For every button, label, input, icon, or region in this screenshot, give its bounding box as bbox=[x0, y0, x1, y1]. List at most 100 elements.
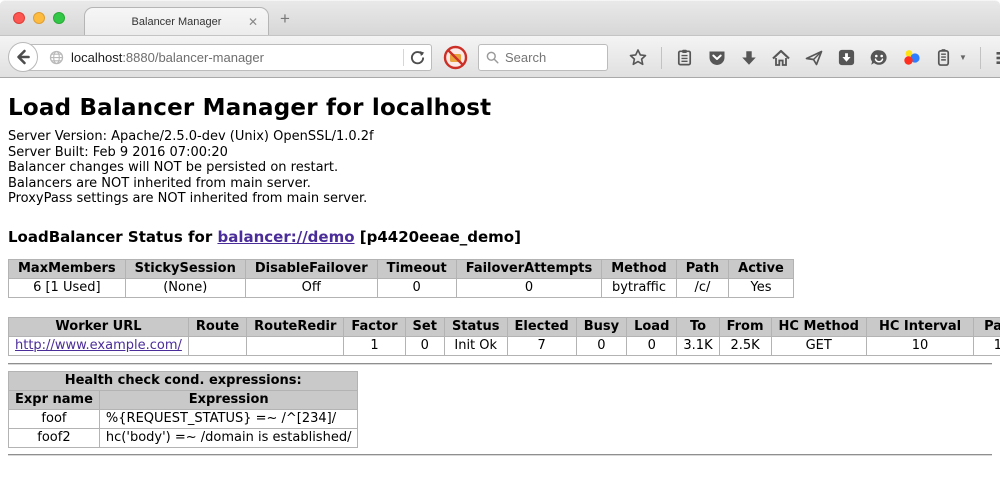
home-button[interactable] bbox=[771, 48, 791, 68]
browser-tab[interactable]: Balancer Manager ✕ bbox=[84, 7, 269, 36]
downloads-button[interactable] bbox=[740, 49, 758, 67]
zoom-window-button[interactable] bbox=[53, 12, 65, 24]
url-bar[interactable]: localhost:8880/balancer-manager bbox=[24, 44, 432, 71]
table-title: Health check cond. expressions: bbox=[9, 371, 358, 390]
column-header: Method bbox=[602, 259, 676, 278]
table-cell: http://www.example.com/ bbox=[9, 336, 189, 355]
dropdown-caret-icon[interactable]: ▼ bbox=[959, 53, 967, 62]
hamburger-menu-icon bbox=[994, 48, 1000, 68]
column-header: Timeout bbox=[377, 259, 456, 278]
pocket-button[interactable] bbox=[707, 48, 727, 68]
column-header: Expression bbox=[99, 390, 358, 409]
back-icon bbox=[15, 49, 31, 65]
table-cell: 10 bbox=[866, 336, 973, 355]
new-tab-button[interactable]: + bbox=[280, 9, 290, 29]
table-cell: 2.5K bbox=[719, 336, 771, 355]
clipboard-button[interactable] bbox=[675, 48, 694, 67]
table-cell: %{REQUEST_STATUS} =~ /^[234]/ bbox=[99, 409, 358, 428]
hamburger-menu-button[interactable] bbox=[994, 48, 1000, 68]
table-row: 6 [1 Used](None)Off00bytraffic/c/Yes bbox=[9, 278, 794, 297]
battery-button[interactable] bbox=[935, 48, 952, 67]
table-cell: bytraffic bbox=[602, 278, 676, 297]
column-header: From bbox=[719, 317, 771, 336]
table-cell: 0 bbox=[576, 336, 626, 355]
column-header: Active bbox=[729, 259, 794, 278]
worker-status-table: Worker URLRouteRouteRedirFactorSetStatus… bbox=[8, 317, 1000, 356]
column-header: Status bbox=[444, 317, 507, 336]
column-header: Factor bbox=[344, 317, 405, 336]
navigation-toolbar: localhost:8880/balancer-manager bbox=[0, 35, 1000, 78]
column-header: RouteRedir bbox=[247, 317, 344, 336]
heading-suffix: [p4420eeae_demo] bbox=[355, 228, 521, 246]
colored-dots-icon bbox=[902, 48, 922, 68]
table-cell: 1 (0) bbox=[974, 336, 1000, 355]
column-header: Worker URL bbox=[9, 317, 189, 336]
column-header: Passes bbox=[974, 317, 1000, 336]
table-cell: 0 bbox=[456, 278, 602, 297]
table-cell: Off bbox=[245, 278, 377, 297]
column-header: Expr name bbox=[9, 390, 100, 409]
table-row: http://www.example.com/10Init Ok7003.1K2… bbox=[9, 336, 1000, 355]
page-content: Load Balancer Manager for localhost Serv… bbox=[0, 95, 1000, 456]
column-header: Set bbox=[405, 317, 444, 336]
tab-title: Balancer Manager bbox=[132, 16, 222, 28]
server-info: Server Version: Apache/2.5.0-dev (Unix) … bbox=[8, 129, 1000, 207]
table-cell bbox=[247, 336, 344, 355]
close-window-button[interactable] bbox=[13, 12, 25, 24]
balancer-demo-link[interactable]: balancer://demo bbox=[217, 228, 354, 246]
table-cell: 0 bbox=[377, 278, 456, 297]
column-header: HC Interval bbox=[866, 317, 973, 336]
table-cell: 3.1K bbox=[677, 336, 719, 355]
toolbar-buttons: ▼ bbox=[628, 36, 1000, 79]
worker-url-link[interactable]: http://www.example.com/ bbox=[15, 338, 182, 353]
health-check-expressions-table: Health check cond. expressions:Expr name… bbox=[8, 371, 358, 448]
server-version-line: Server Version: Apache/2.5.0-dev (Unix) … bbox=[8, 129, 1000, 145]
balancers-notice-line: Balancers are NOT inherited from main se… bbox=[8, 176, 1000, 192]
table-cell: 0 bbox=[405, 336, 444, 355]
table-cell: GET bbox=[771, 336, 866, 355]
table-cell: hc('body') =~ /domain is established/ bbox=[99, 428, 358, 447]
search-bar[interactable] bbox=[478, 44, 608, 71]
divider bbox=[8, 363, 992, 365]
search-input[interactable] bbox=[505, 50, 595, 65]
divider bbox=[980, 47, 981, 69]
proxypass-notice-line: ProxyPass settings are NOT inherited fro… bbox=[8, 191, 1000, 207]
window-controls bbox=[13, 12, 65, 24]
url-path: :8880/balancer-manager bbox=[122, 50, 264, 65]
column-header: To bbox=[677, 317, 719, 336]
browser-chrome: Balancer Manager ✕ + localhost:8880/bala… bbox=[0, 0, 1000, 78]
plugin-blocked-icon bbox=[443, 45, 468, 70]
table-cell: Init Ok bbox=[444, 336, 507, 355]
clipboard-icon bbox=[675, 48, 694, 67]
send-button[interactable] bbox=[804, 48, 824, 68]
bookmark-star-button[interactable] bbox=[628, 48, 648, 68]
divider bbox=[403, 49, 404, 66]
chat-smiley-button[interactable] bbox=[869, 48, 889, 68]
loadbalancer-status-heading: LoadBalancer Status for balancer://demo … bbox=[8, 228, 1000, 246]
page-title: Load Balancer Manager for localhost bbox=[8, 95, 1000, 121]
table-cell: foof2 bbox=[9, 428, 100, 447]
heading-prefix: LoadBalancer Status for bbox=[8, 228, 217, 246]
title-bar: Balancer Manager ✕ + bbox=[0, 0, 1000, 35]
minimize-window-button[interactable] bbox=[33, 12, 45, 24]
plugin-blocked-button[interactable] bbox=[443, 45, 468, 75]
column-header: MaxMembers bbox=[9, 259, 126, 278]
table-row: foof%{REQUEST_STATUS} =~ /^[234]/ bbox=[9, 409, 358, 428]
table-cell: foof bbox=[9, 409, 100, 428]
column-header: Load bbox=[627, 317, 677, 336]
tab-close-icon[interactable]: ✕ bbox=[248, 15, 258, 29]
table-cell: (None) bbox=[125, 278, 245, 297]
colored-dots-button[interactable] bbox=[902, 48, 922, 68]
url-domain: localhost bbox=[71, 50, 122, 65]
column-header: Elected bbox=[507, 317, 576, 336]
back-button[interactable] bbox=[8, 42, 38, 72]
table-cell: 6 [1 Used] bbox=[9, 278, 126, 297]
download-icon bbox=[740, 49, 758, 67]
column-header: Busy bbox=[576, 317, 626, 336]
persist-notice-line: Balancer changes will NOT be persisted o… bbox=[8, 160, 1000, 176]
reload-icon bbox=[410, 50, 425, 65]
divider bbox=[8, 454, 992, 456]
video-download-button[interactable] bbox=[837, 48, 856, 67]
globe-icon bbox=[49, 50, 64, 65]
reload-button[interactable] bbox=[410, 50, 425, 65]
